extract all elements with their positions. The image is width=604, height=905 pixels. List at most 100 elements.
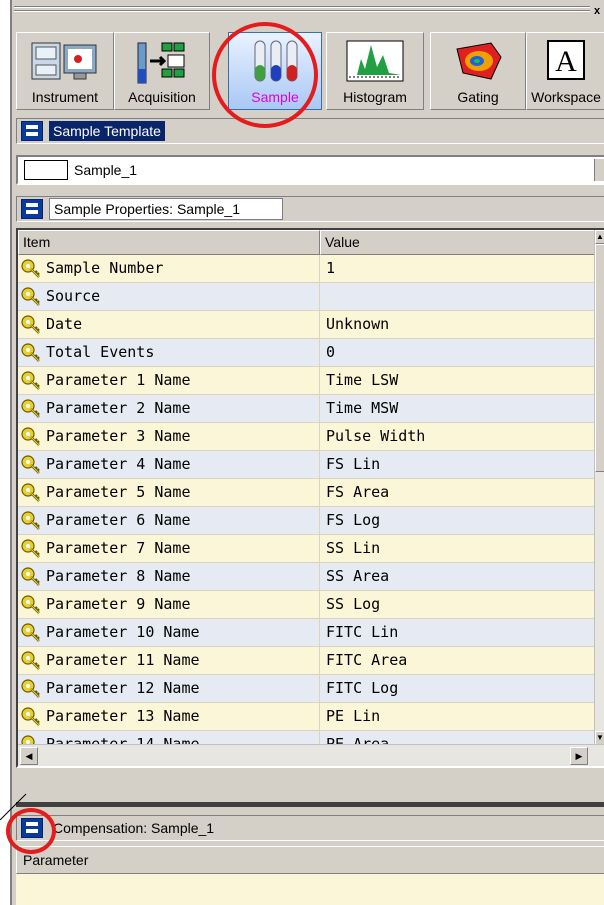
table-row[interactable]: Parameter 3 Name Pulse Width <box>18 423 596 451</box>
row-item: Parameter 13 Name <box>18 703 320 730</box>
row-value[interactable]: Pulse Width <box>320 423 596 450</box>
row-value[interactable]: FITC Log <box>320 675 596 702</box>
scroll-up-icon[interactable]: ▲ <box>595 230 604 244</box>
annotation-pointer <box>0 793 27 820</box>
table-row[interactable]: Parameter 4 Name FS Lin <box>18 451 596 479</box>
row-value[interactable]: FS Log <box>320 507 596 534</box>
document-icon[interactable] <box>21 199 43 219</box>
table-row[interactable]: Parameter 10 Name FITC Lin <box>18 619 596 647</box>
histogram-label: Histogram <box>343 89 407 105</box>
key-icon <box>21 650 40 670</box>
row-value[interactable]: 0 <box>320 339 596 366</box>
table-row[interactable]: Parameter 12 Name FITC Log <box>18 675 596 703</box>
row-value[interactable]: Time LSW <box>320 367 596 394</box>
svg-text:A: A <box>555 45 577 78</box>
histogram-button[interactable]: Histogram <box>326 32 424 110</box>
gating-button[interactable]: Gating <box>430 32 526 110</box>
key-icon <box>21 706 40 726</box>
row-item-label: Parameter 7 Name <box>46 539 191 557</box>
vertical-scrollbar[interactable]: ▲ ▼ <box>594 230 604 745</box>
scroll-right-icon[interactable]: ▶ <box>570 747 588 765</box>
row-value[interactable]: SS Lin <box>320 535 596 562</box>
table-row[interactable]: Sample Number 1 <box>18 255 596 283</box>
table-row[interactable]: Parameter 11 Name FITC Area <box>18 647 596 675</box>
row-item: Parameter 3 Name <box>18 423 320 450</box>
gating-label: Gating <box>457 89 499 105</box>
sample-select-value: Sample_1 <box>74 162 138 178</box>
compensation-column-header[interactable]: Parameter <box>16 846 604 874</box>
row-value[interactable]: PE Lin <box>320 703 596 730</box>
row-item-label: Parameter 6 Name <box>46 511 191 529</box>
row-item: Parameter 7 Name <box>18 535 320 562</box>
table-row[interactable]: Parameter 8 Name SS Area <box>18 563 596 591</box>
key-icon <box>21 594 40 614</box>
horizontal-scrollbar[interactable]: ◀ ▶ <box>18 744 604 766</box>
column-header-item[interactable]: Item <box>18 230 320 255</box>
workspace-button[interactable]: A Workspace <box>526 32 604 110</box>
key-icon <box>21 510 40 530</box>
row-value[interactable]: SS Log <box>320 591 596 618</box>
histogram-icon <box>346 40 404 82</box>
scroll-thumb[interactable] <box>595 244 604 472</box>
row-value[interactable]: FS Lin <box>320 451 596 478</box>
sample-panel: x Instrument Acquisition Sample Histogra… <box>10 0 604 905</box>
key-icon <box>21 314 40 334</box>
row-item-label: Parameter 9 Name <box>46 595 191 613</box>
sample-template-title[interactable]: Sample Template <box>49 121 165 141</box>
row-value[interactable]: FITC Area <box>320 647 596 674</box>
scroll-down-icon[interactable]: ▼ <box>595 731 604 745</box>
table-row[interactable]: Source <box>18 283 596 311</box>
row-item: Parameter 12 Name <box>18 675 320 702</box>
row-value[interactable]: Unknown <box>320 311 596 338</box>
instrument-button[interactable]: Instrument <box>16 32 114 110</box>
row-item-label: Parameter 1 Name <box>46 371 191 389</box>
key-icon <box>21 426 40 446</box>
scroll-left-icon[interactable]: ◀ <box>20 747 38 765</box>
sample-select[interactable]: Sample_1 <box>16 155 604 185</box>
row-item-label: Source <box>46 287 101 305</box>
column-header-value[interactable]: Value <box>320 230 596 255</box>
row-item: Total Events <box>18 339 320 366</box>
properties-table: Item Value Sample Number 1 Source Date Unkno… <box>16 228 604 768</box>
row-item-label: Total Events <box>46 343 155 361</box>
row-value[interactable]: Time MSW <box>320 395 596 422</box>
key-icon <box>21 258 40 278</box>
table-row[interactable]: Date Unknown <box>18 311 596 339</box>
row-item-label: Parameter 11 Name <box>46 651 200 669</box>
table-row[interactable]: Parameter 1 Name Time LSW <box>18 367 596 395</box>
table-row[interactable]: Parameter 2 Name Time MSW <box>18 395 596 423</box>
gating-icon <box>456 42 502 80</box>
row-value[interactable]: FS Area <box>320 479 596 506</box>
table-row[interactable]: Parameter 6 Name FS Log <box>18 507 596 535</box>
row-item: Date <box>18 311 320 338</box>
row-item: Parameter 11 Name <box>18 647 320 674</box>
instrument-icon <box>31 42 97 80</box>
table-row[interactable]: Parameter 13 Name PE Lin <box>18 703 596 731</box>
row-item-label: Parameter 2 Name <box>46 399 191 417</box>
table-row[interactable]: Parameter 9 Name SS Log <box>18 591 596 619</box>
compensation-title: Compensation: Sample_1 <box>53 820 215 836</box>
row-item-label: Parameter 10 Name <box>46 623 200 641</box>
row-value[interactable] <box>320 283 596 310</box>
row-item: Parameter 10 Name <box>18 619 320 646</box>
row-item: Parameter 9 Name <box>18 591 320 618</box>
acquisition-button[interactable]: Acquisition <box>114 32 210 110</box>
table-row[interactable]: Parameter 7 Name SS Lin <box>18 535 596 563</box>
instrument-label: Instrument <box>31 89 99 105</box>
row-value[interactable]: 1 <box>320 255 596 282</box>
table-row[interactable]: Parameter 5 Name FS Area <box>18 479 596 507</box>
row-item: Sample Number <box>18 255 320 282</box>
key-icon <box>21 678 40 698</box>
row-value[interactable]: SS Area <box>320 563 596 590</box>
table-row[interactable]: Total Events 0 <box>18 339 596 367</box>
panel-grip[interactable]: x <box>14 3 600 25</box>
row-value[interactable]: FITC Lin <box>320 619 596 646</box>
close-icon[interactable]: x <box>594 5 604 17</box>
chevron-down-icon[interactable] <box>594 159 604 181</box>
key-icon <box>21 622 40 642</box>
row-item: Parameter 4 Name <box>18 451 320 478</box>
pane-splitter[interactable] <box>16 802 604 807</box>
row-item-label: Parameter 12 Name <box>46 679 200 697</box>
document-icon[interactable] <box>21 121 43 141</box>
row-item-label: Parameter 8 Name <box>46 567 191 585</box>
